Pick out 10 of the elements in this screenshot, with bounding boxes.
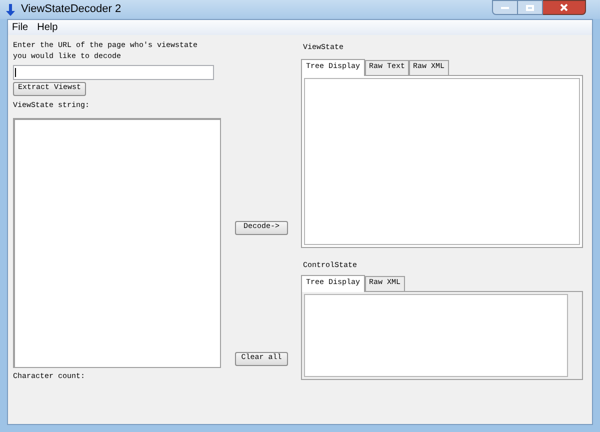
- window-title: ViewStateDecoder 2: [21, 2, 122, 18]
- maximize-button[interactable]: [518, 0, 543, 15]
- menu-item[interactable]: File: [12, 20, 28, 35]
- viewstate-string-field[interactable]: [13, 118, 221, 368]
- minimize-button[interactable]: [492, 0, 518, 15]
- close-icon: [560, 4, 568, 11]
- menu-item[interactable]: Help: [37, 20, 58, 35]
- down-arrow-icon: [6, 4, 15, 16]
- close-button[interactable]: [543, 0, 586, 15]
- url-input-field[interactable]: [13, 65, 214, 80]
